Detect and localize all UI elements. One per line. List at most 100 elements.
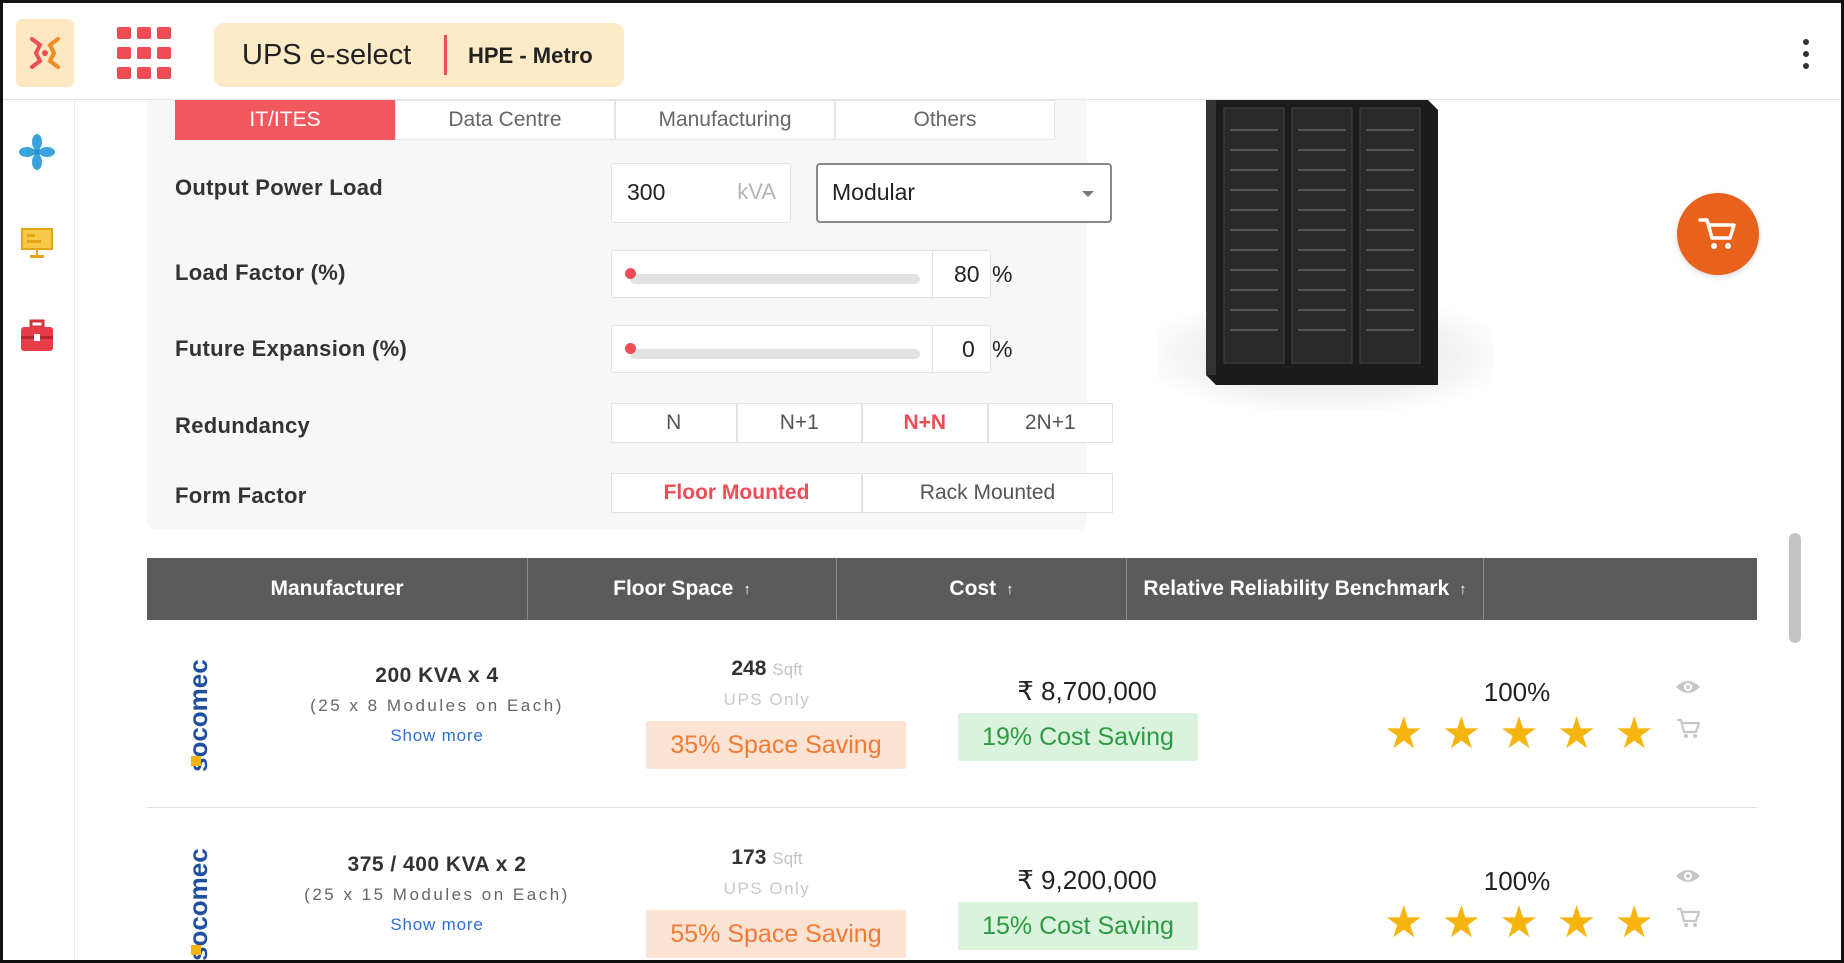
main-content: IT/ITES Data Centre Manufacturing Others… — [76, 100, 1806, 961]
redundancy-nn-button[interactable]: N+N — [862, 403, 988, 443]
load-factor-slider[interactable] — [630, 274, 920, 284]
row-modules: (25 x 8 Modules on Each) — [310, 696, 564, 715]
svg-text:socomec: socomec — [185, 849, 213, 961]
table-row: socomec 375 / 400 KVA x 2 (25 x 15 Modul… — [147, 809, 1757, 961]
sort-arrow-icon: ↑ — [1459, 580, 1467, 598]
row-floor-space: 248 Sqft — [731, 657, 803, 680]
toolbox-icon[interactable] — [19, 318, 59, 358]
app-title: UPS e-select — [242, 39, 412, 71]
row-modules: (25 x 15 Modules on Each) — [304, 885, 570, 904]
tab-data-centre[interactable]: Data Centre — [395, 100, 615, 140]
app-window: UPS e-select HPE - Metro IT/ITES Data Ce… — [0, 0, 1844, 963]
cart-button[interactable] — [1677, 193, 1759, 275]
cost-saving-badge: 19% Cost Saving — [958, 713, 1198, 761]
tab-it-ites[interactable]: IT/ITES — [175, 100, 395, 140]
star-icon: ★ — [1384, 709, 1424, 758]
ups-type-select[interactable]: Modular — [816, 163, 1112, 223]
output-power-load-value: 300 — [627, 179, 666, 205]
row-floor-space: 173 Sqft — [731, 846, 803, 869]
fan-icon[interactable] — [19, 134, 59, 174]
top-bar: UPS e-select HPE - Metro — [3, 3, 1841, 100]
row-reliability: 100% — [1483, 677, 1551, 707]
tab-others[interactable]: Others — [835, 100, 1055, 140]
more-options-icon[interactable] — [1795, 37, 1819, 71]
star-icon: ★ — [1556, 898, 1597, 947]
output-power-load-input[interactable]: 300 kVA — [611, 163, 791, 223]
row-reliability: 100% — [1483, 866, 1551, 896]
column-cost[interactable]: Cost ↑ — [837, 558, 1127, 620]
scrollbar-thumb[interactable] — [1789, 533, 1801, 643]
future-expansion-label: Future Expansion (%) — [175, 336, 408, 361]
redundancy-options: N N+1 N+N 2N+1 — [611, 403, 1113, 443]
presentation-board-icon[interactable] — [19, 225, 59, 265]
redundancy-label: Redundancy — [175, 413, 311, 438]
app-logo[interactable] — [16, 19, 74, 87]
future-expansion-unit: % — [992, 336, 1013, 362]
tab-manufacturing[interactable]: Manufacturing — [615, 100, 835, 140]
cart-icon — [1698, 218, 1736, 249]
load-factor-value[interactable]: 80 — [954, 261, 980, 288]
show-more-link[interactable]: Show more — [297, 726, 577, 746]
context-label: HPE - Metro — [468, 43, 593, 68]
brand-pill: UPS e-select HPE - Metro — [214, 23, 624, 87]
star-icon: ★ — [1384, 898, 1424, 947]
star-icon: ★ — [1499, 898, 1539, 947]
redundancy-n-button[interactable]: N — [611, 403, 737, 443]
add-to-cart-icon[interactable] — [1675, 717, 1701, 739]
form-factor-label: Form Factor — [175, 483, 307, 508]
column-manufacturer: Manufacturer — [147, 558, 528, 620]
row-floor-note: UPS Only — [723, 690, 811, 709]
space-saving-badge: 35% Space Saving — [646, 721, 906, 769]
load-factor-label: Load Factor (%) — [175, 260, 346, 285]
show-more-link[interactable]: Show more — [297, 915, 577, 935]
load-factor-unit: % — [992, 261, 1013, 287]
socomec-logo: socomec — [185, 849, 213, 961]
ups-type-selected: Modular — [832, 179, 916, 205]
view-details-eye-icon[interactable] — [1675, 865, 1701, 887]
column-actions — [1484, 558, 1757, 620]
output-power-load-unit: kVA — [737, 179, 776, 204]
star-icon: ★ — [1614, 709, 1654, 758]
star-icon: ★ — [1614, 898, 1654, 947]
server-rack-image — [1206, 100, 1438, 385]
apps-grid-icon[interactable] — [117, 27, 171, 81]
sort-arrow-icon: ↑ — [743, 580, 751, 598]
view-details-eye-icon[interactable] — [1675, 676, 1701, 698]
future-expansion-handle[interactable] — [625, 343, 636, 354]
configuration-panel: IT/ITES Data Centre Manufacturing Others… — [147, 100, 1113, 530]
sidebar — [3, 100, 75, 960]
sort-arrow-icon: ↑ — [1006, 580, 1014, 598]
rack-mounted-button[interactable]: Rack Mounted — [862, 473, 1113, 513]
add-to-cart-icon[interactable] — [1675, 906, 1701, 928]
row-cost: ₹ 9,200,000 — [1017, 865, 1157, 895]
star-icon: ★ — [1556, 709, 1597, 758]
chevron-down-icon — [1082, 191, 1094, 197]
svg-text:socomec: socomec — [185, 660, 213, 772]
load-factor-control: 80 % — [611, 250, 1012, 298]
future-expansion-control: 0 % — [611, 325, 1012, 373]
results-table-header: Manufacturer Floor Space ↑ Cost ↑ Relative… — [147, 558, 1757, 620]
star-icon: ★ — [1441, 898, 1482, 947]
load-factor-handle[interactable] — [625, 268, 636, 279]
star-rating: ★ ★ ★ ★ ★ — [1384, 712, 1654, 756]
cost-saving-badge: 15% Cost Saving — [958, 902, 1198, 950]
column-reliability[interactable]: Relative Reliability Benchmark ↑ — [1127, 558, 1484, 620]
brand-divider — [444, 35, 447, 75]
star-icon: ★ — [1441, 709, 1482, 758]
output-power-load-label: Output Power Load — [175, 175, 383, 200]
future-expansion-value[interactable]: 0 — [962, 336, 975, 363]
row-config: 375 / 400 KVA x 2 — [347, 853, 527, 876]
app-logo-icon — [30, 37, 60, 69]
redundancy-2n1-button[interactable]: 2N+1 — [987, 403, 1113, 443]
future-expansion-slider[interactable] — [630, 349, 920, 359]
redundancy-n1-button[interactable]: N+1 — [736, 403, 862, 443]
form-factor-options: Floor Mounted Rack Mounted — [611, 473, 1113, 513]
floor-mounted-button[interactable]: Floor Mounted — [611, 473, 862, 513]
star-rating: ★ ★ ★ ★ ★ — [1384, 901, 1654, 945]
row-config: 200 KVA x 4 — [375, 664, 499, 687]
industry-tabs: IT/ITES Data Centre Manufacturing Others — [175, 100, 1055, 140]
column-floor-space[interactable]: Floor Space ↑ — [528, 558, 837, 620]
table-row: socomec 200 KVA x 4 (25 x 8 Modules on E… — [147, 620, 1757, 808]
row-cost: ₹ 8,700,000 — [1017, 676, 1157, 706]
socomec-logo: socomec — [185, 660, 213, 772]
